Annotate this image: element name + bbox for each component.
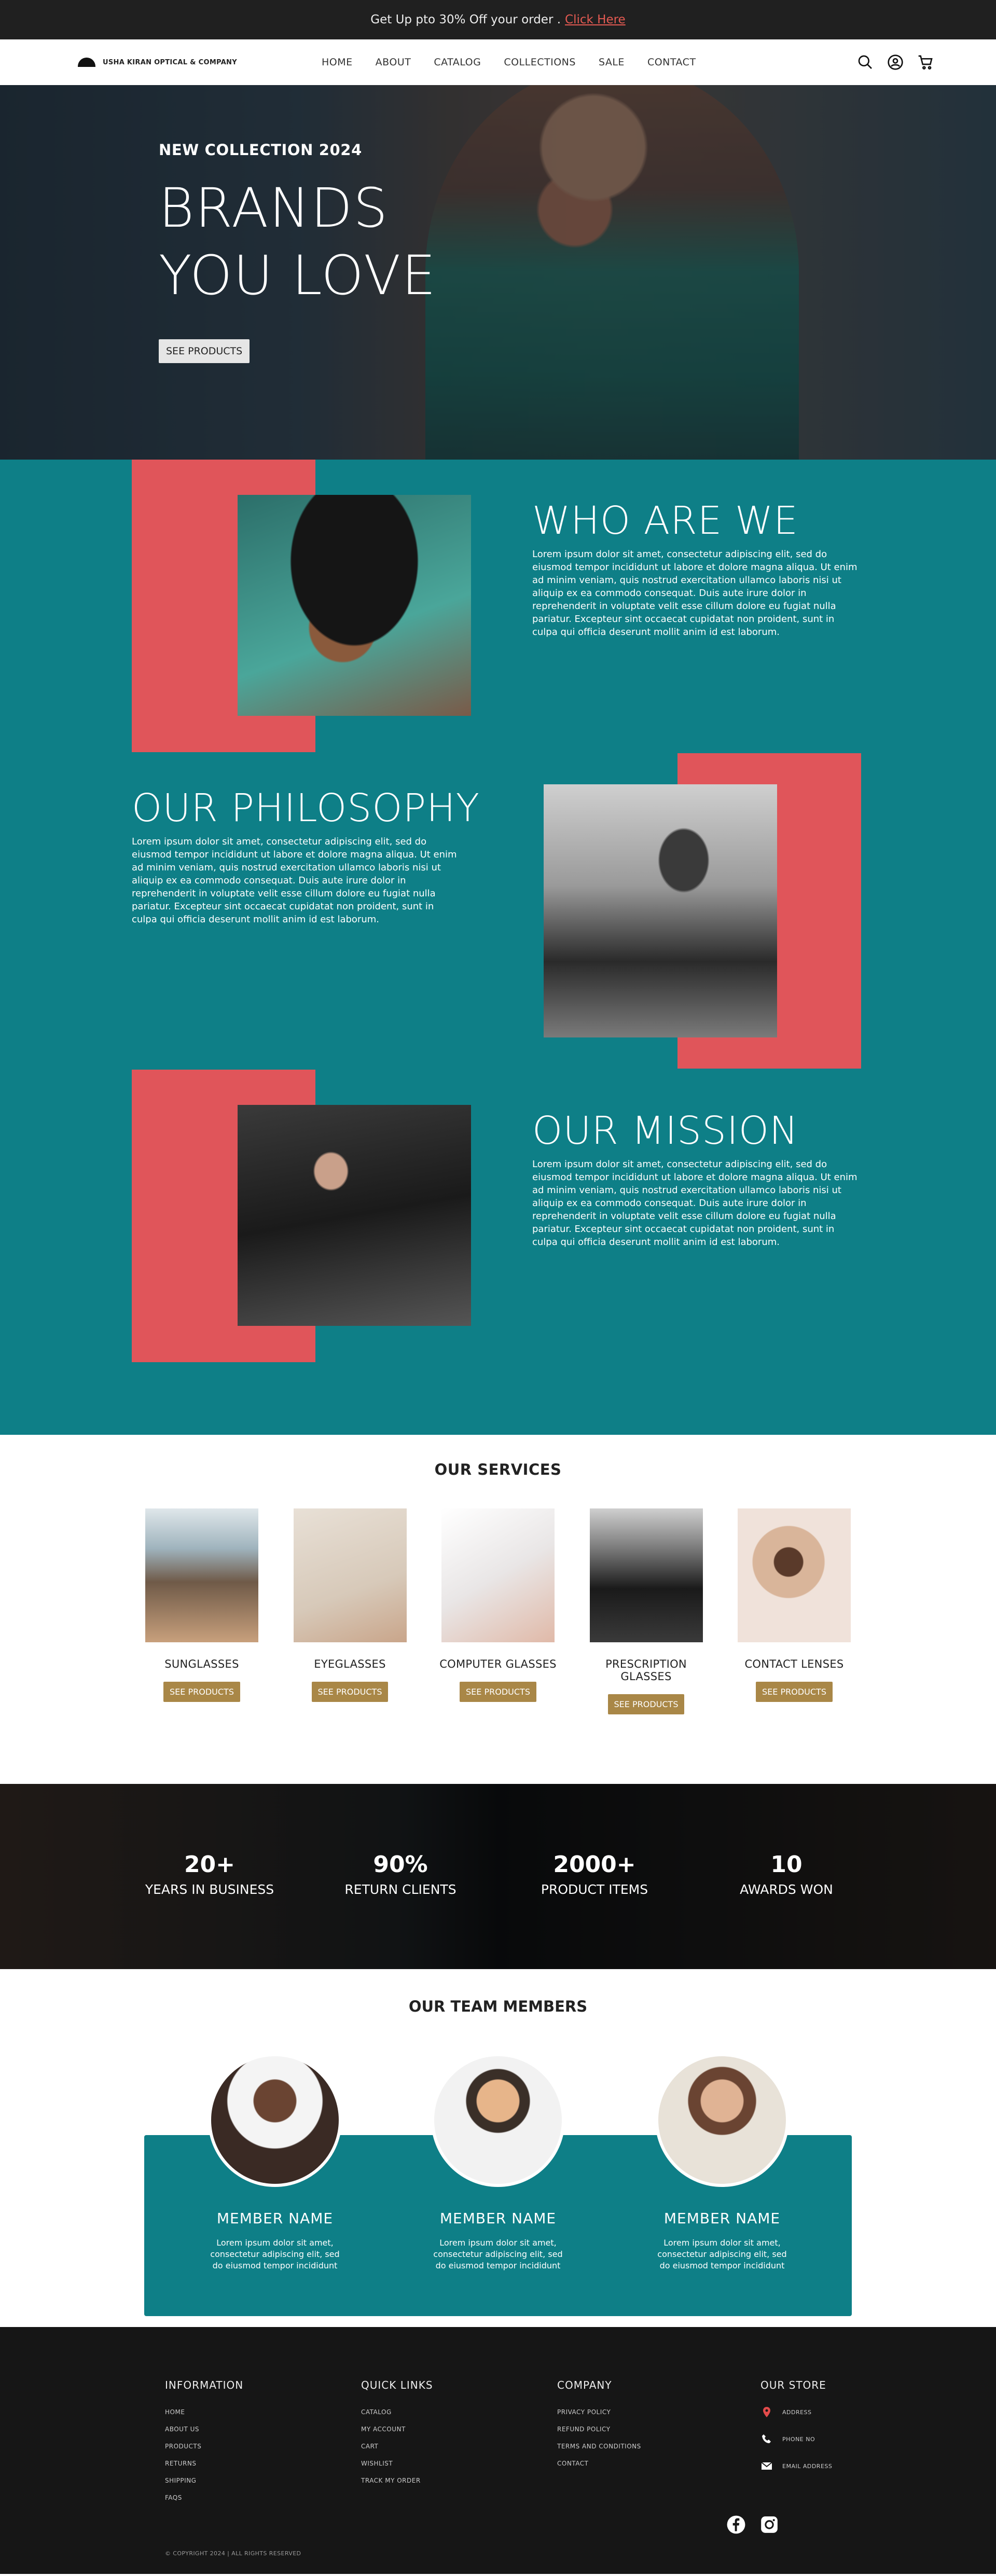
search-icon[interactable] (857, 54, 874, 71)
nav-menu: HOME ABOUT CATALOG COLLECTIONS SALE CONT… (322, 57, 696, 68)
nav-item-about[interactable]: ABOUT (376, 57, 411, 68)
services-title: OUR SERVICES (434, 1461, 562, 1478)
hero-kicker: NEW COLLECTION 2024 (159, 141, 362, 159)
mission-text: Lorem ipsum dolor sit amet, consectetur … (532, 1159, 857, 1248)
services-section: OUR SERVICES SUNGLASSES SEE PRODUCTS EYE… (0, 1435, 996, 1784)
footer-information: INFORMATION HOME ABOUT US PRODUCTS RETUR… (165, 2379, 243, 2506)
service-see-products-button[interactable]: SEE PRODUCTS (756, 1682, 833, 1702)
nav-item-sale[interactable]: SALE (599, 57, 625, 68)
service-card: COMPUTER GLASSES SEE PRODUCTS (436, 1508, 560, 1714)
facebook-icon[interactable] (726, 2515, 746, 2535)
about-section: WHO ARE WE Lorem ipsum dolor sit amet, c… (0, 460, 996, 1435)
footer-link[interactable]: TRACK MY ORDER (361, 2472, 433, 2489)
brand-logo[interactable]: USHA KIRAN OPTICAL & COMPANY (78, 58, 322, 67)
promo-bar: Get Up pto 30% Off your order . Click He… (0, 0, 996, 39)
stat-item: 20+ YEARS IN BUSINESS (145, 1851, 274, 1897)
hero-see-products-button[interactable]: SEE PRODUCTS (159, 339, 250, 363)
footer-link[interactable]: REFUND POLICY (557, 2421, 641, 2438)
service-card: EYEGLASSES SEE PRODUCTS (288, 1508, 412, 1714)
service-card: CONTACT LENSES SEE PRODUCTS (732, 1508, 856, 1714)
nav-item-home[interactable]: HOME (322, 57, 353, 68)
nav-item-contact[interactable]: CONTACT (647, 57, 696, 68)
stat-item: 2000+ PRODUCT ITEMS (541, 1851, 648, 1897)
philosophy-text: Lorem ipsum dolor sit amet, consectetur … (132, 836, 457, 925)
store-address: ADDRESS (760, 2406, 832, 2418)
nav-item-collections[interactable]: COLLECTIONS (504, 57, 576, 68)
footer-link[interactable]: CONTACT (557, 2455, 641, 2472)
footer-store: OUR STORE ADDRESS PHONE NO EMAIL ADDRESS (760, 2379, 832, 2472)
eyeglasses-image (293, 1508, 407, 1642)
service-see-products-button[interactable]: SEE PRODUCTS (163, 1682, 240, 1702)
stat-item: 90% RETURN CLIENTS (344, 1851, 457, 1897)
mail-icon (761, 2462, 772, 2470)
service-card: PRESCRIPTION GLASSES SEE PRODUCTS (585, 1508, 708, 1714)
footer-link[interactable]: SHIPPING (165, 2472, 243, 2489)
stat-item: 10 AWARDS WON (740, 1851, 833, 1897)
footer-link[interactable]: ABOUT US (165, 2421, 243, 2438)
contact-lenses-image (738, 1508, 851, 1642)
store-phone: PHONE NO (760, 2433, 832, 2445)
service-see-products-button[interactable]: SEE PRODUCTS (607, 1694, 685, 1714)
sunglasses-image (145, 1508, 258, 1642)
footer-link[interactable]: TERMS AND CONDITIONS (557, 2438, 641, 2455)
avatar (208, 2053, 342, 2187)
footer-link[interactable]: RETURNS (165, 2455, 243, 2472)
team-section: OUR TEAM MEMBERS MEMBER NAME Lorem ipsum… (0, 1969, 996, 2327)
who-are-we-image (238, 495, 471, 716)
avatar (655, 2053, 789, 2187)
store-email: EMAIL ADDRESS (760, 2460, 832, 2472)
footer-link[interactable]: FAQS (165, 2489, 243, 2506)
mission-title: OUR MISSION (532, 1109, 799, 1153)
hero-title: BRANDS YOU LOVE (159, 176, 437, 307)
philosophy-title: OUR PHILOSOPHY (132, 786, 480, 830)
team-member-card: MEMBER NAME Lorem ipsum dolor sit amet, … (208, 2053, 342, 2272)
location-pin-icon (763, 2407, 770, 2417)
footer-link[interactable]: MY ACCOUNT (361, 2421, 433, 2438)
footer-link[interactable]: CATALOG (361, 2404, 433, 2421)
avatar (431, 2053, 565, 2187)
team-member-card: MEMBER NAME Lorem ipsum dolor sit amet, … (431, 2053, 565, 2272)
service-see-products-button[interactable]: SEE PRODUCTS (460, 1682, 536, 1702)
brand-name: USHA KIRAN OPTICAL & COMPANY (103, 58, 237, 66)
nav-item-catalog[interactable]: CATALOG (434, 57, 481, 68)
copyright-text: © COPYRIGHT 2024 | ALL RIGHTS RESERVED (165, 2550, 301, 2557)
main-navigation: USHA KIRAN OPTICAL & COMPANY HOME ABOUT … (0, 39, 996, 85)
logo-icon (78, 58, 95, 67)
account-icon[interactable] (887, 54, 904, 71)
stats-banner: 20+ YEARS IN BUSINESS 90% RETURN CLIENTS… (0, 1784, 996, 1969)
footer-link[interactable]: PRODUCTS (165, 2438, 243, 2455)
team-member-card: MEMBER NAME Lorem ipsum dolor sit amet, … (655, 2053, 790, 2272)
who-are-we-title: WHO ARE WE (532, 498, 798, 543)
instagram-icon[interactable] (759, 2515, 779, 2535)
promo-link[interactable]: Click Here (565, 13, 626, 26)
footer-link[interactable]: WISHLIST (361, 2455, 433, 2472)
hero-banner: NEW COLLECTION 2024 BRANDS YOU LOVE SEE P… (0, 85, 996, 460)
team-title: OUR TEAM MEMBERS (408, 1998, 588, 2015)
service-card: SUNGLASSES SEE PRODUCTS (140, 1508, 264, 1714)
footer-quick-links: QUICK LINKS CATALOG MY ACCOUNT CART WISH… (361, 2379, 433, 2489)
philosophy-image (544, 784, 777, 1037)
footer-link[interactable]: CART (361, 2438, 433, 2455)
promo-text: Get Up pto 30% Off your order . (370, 13, 561, 26)
computer-glasses-image (441, 1508, 555, 1642)
site-footer: INFORMATION HOME ABOUT US PRODUCTS RETUR… (0, 2327, 996, 2574)
cart-icon[interactable] (917, 54, 934, 71)
footer-link[interactable]: PRIVACY POLICY (557, 2404, 641, 2421)
phone-icon (762, 2434, 771, 2443)
mission-image (238, 1105, 471, 1326)
prescription-glasses-image (589, 1508, 703, 1642)
footer-company: COMPANY PRIVACY POLICY REFUND POLICY TER… (557, 2379, 641, 2472)
footer-link[interactable]: HOME (165, 2404, 243, 2421)
who-are-we-text: Lorem ipsum dolor sit amet, consectetur … (532, 549, 857, 638)
service-see-products-button[interactable]: SEE PRODUCTS (311, 1682, 389, 1702)
